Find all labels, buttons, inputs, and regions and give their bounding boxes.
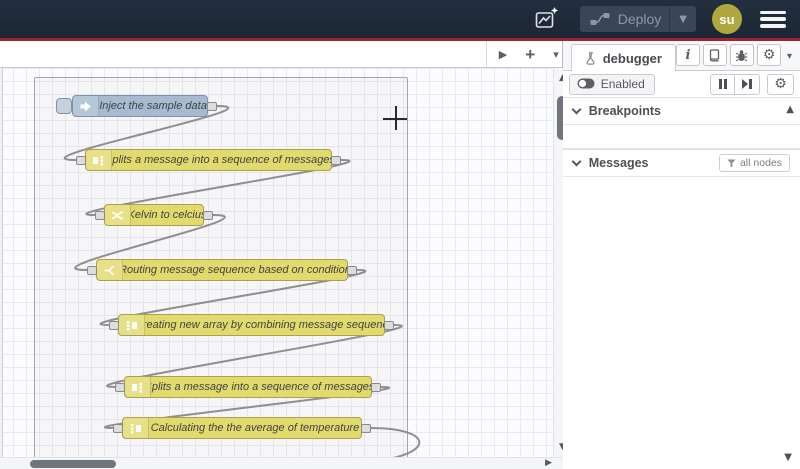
flow-tabstrip: ▶ + ▾ (0, 41, 562, 68)
fork-icon (97, 260, 123, 280)
deploy-options-caret[interactable]: ▼ (669, 6, 696, 32)
tab-debugger-label: debugger (602, 50, 662, 66)
messages-section-header[interactable]: Messages all nodes (562, 150, 800, 177)
node-label: Splits a message into a sequence of mess… (151, 381, 371, 393)
gear-icon: ⚙ (762, 47, 776, 63)
input-port[interactable] (87, 266, 97, 275)
sidebar-scroll-down-icon[interactable]: ▼ (784, 452, 792, 463)
debugger-enabled-toggle[interactable]: Enabled (568, 73, 655, 95)
node-label: Calculating the the average of temperatu… (150, 422, 360, 434)
chevron-down-icon (571, 156, 582, 166)
user-avatar[interactable]: su (712, 4, 742, 34)
messages-label: Messages (588, 156, 649, 170)
info-icon: i (685, 47, 691, 63)
book-icon (710, 48, 720, 61)
filter-funnel-icon (727, 158, 736, 168)
workspace: ▶ + ▾ Inject the sample data Splits a mes… (0, 41, 800, 469)
config-tab-button[interactable]: ⚙ (756, 44, 781, 66)
toggle-on-icon (577, 78, 595, 89)
join-icon (123, 418, 149, 438)
breakpoints-list (562, 125, 800, 150)
output-port[interactable] (384, 321, 394, 330)
input-port[interactable] (113, 424, 123, 433)
next-tab-button[interactable]: ▶ (499, 49, 507, 60)
debugger-toolbar: Enabled ⚙ (562, 71, 800, 98)
assistant-flow-icon[interactable] (530, 4, 564, 34)
step-button[interactable] (735, 73, 760, 95)
output-port[interactable] (347, 266, 357, 275)
output-port[interactable] (361, 424, 371, 433)
canvas-horizontal-scrollbar[interactable]: ▶ (0, 457, 570, 469)
flask-icon (586, 51, 595, 65)
node-label: Routing message sequence based on condit… (123, 264, 347, 276)
debugger-settings-button[interactable]: ⚙ (767, 73, 794, 95)
debug-sidebar: debugger i ⚙ ▾ Enabled ⚙ Breakpoints ▲ M… (562, 41, 800, 469)
messages-list (562, 177, 800, 469)
flow-node-join[interactable]: Calculating the the average of temperatu… (113, 417, 371, 439)
scroll-right-icon[interactable]: ▶ (545, 458, 552, 468)
canvas-left-edge (0, 68, 3, 457)
deploy-label: Deploy (617, 11, 662, 27)
breakpoints-section-header[interactable]: Breakpoints ▲ (562, 98, 800, 125)
debug-tab-button[interactable] (729, 44, 754, 66)
header-bar: Deploy ▼ su (0, 0, 800, 38)
flow-list-button[interactable]: ▾ (553, 49, 559, 60)
crosshair-cursor (383, 106, 407, 130)
enabled-label: Enabled (600, 76, 645, 91)
split-icon (125, 377, 151, 397)
chevron-down-icon (571, 104, 582, 114)
flow-node-split[interactable]: Splits a message into a sequence of mess… (76, 149, 341, 171)
output-port[interactable] (331, 156, 341, 165)
join-icon (119, 315, 145, 335)
tab-debugger[interactable]: debugger (570, 44, 676, 71)
bug-icon (736, 49, 748, 61)
breakpoints-label: Breakpoints (588, 104, 661, 118)
inject-trigger-button[interactable] (56, 98, 72, 114)
node-label: Kelvin to celcius (131, 209, 203, 221)
flow-node-change[interactable]: Kelvin to celcius (95, 204, 213, 226)
pause-icon (718, 79, 722, 89)
help-tab-button[interactable] (702, 44, 727, 66)
output-port[interactable] (203, 211, 213, 220)
pause-button[interactable] (710, 73, 735, 95)
main-menu-icon[interactable] (760, 10, 786, 28)
flow-node-split[interactable]: Splits a message into a sequence of mess… (115, 376, 381, 398)
sidebar-tab-overflow-icon[interactable]: ▾ (787, 51, 792, 62)
input-port[interactable] (109, 321, 119, 330)
filter-label: all nodes (739, 157, 782, 169)
flow-node-switch[interactable]: Routing message sequence based on condit… (87, 259, 357, 281)
input-port[interactable] (115, 383, 125, 392)
deploy-nodes-icon (590, 13, 610, 25)
input-port[interactable] (76, 156, 86, 165)
message-filter-button[interactable]: all nodes (718, 154, 790, 172)
shuffle-icon (105, 205, 131, 225)
info-tab-button[interactable]: i (675, 44, 700, 66)
input-port[interactable] (95, 211, 105, 220)
flow-canvas[interactable]: Inject the sample data Splits a message i… (0, 68, 570, 457)
step-icon (742, 79, 752, 89)
output-port[interactable] (207, 102, 217, 111)
node-label: Inject the sample data (99, 100, 207, 112)
sidebar-scroll-up-icon[interactable]: ▲ (786, 104, 794, 115)
flow-node-join[interactable]: Creating new array by combining message … (109, 314, 394, 336)
deploy-button[interactable]: Deploy ▼ (579, 6, 696, 32)
horizontal-scroll-thumb[interactable] (30, 460, 116, 468)
inject-arrow-icon (73, 96, 99, 116)
node-red-app: Deploy ▼ su ▶ + ▾ Inject the sample data… (0, 0, 800, 469)
flow-node-inject[interactable]: Inject the sample data (56, 95, 217, 117)
canvas-pane: ▶ + ▾ Inject the sample data Splits a mes… (0, 41, 570, 469)
output-port[interactable] (371, 383, 381, 392)
node-label: Splits a message into a sequence of mess… (112, 154, 331, 166)
add-flow-button[interactable]: + (525, 46, 535, 63)
node-label: Creating new array by combining message … (145, 319, 384, 331)
gear-icon: ⚙ (774, 76, 787, 92)
sidebar-tabs: debugger i ⚙ ▾ (562, 41, 800, 71)
split-icon (86, 150, 112, 170)
